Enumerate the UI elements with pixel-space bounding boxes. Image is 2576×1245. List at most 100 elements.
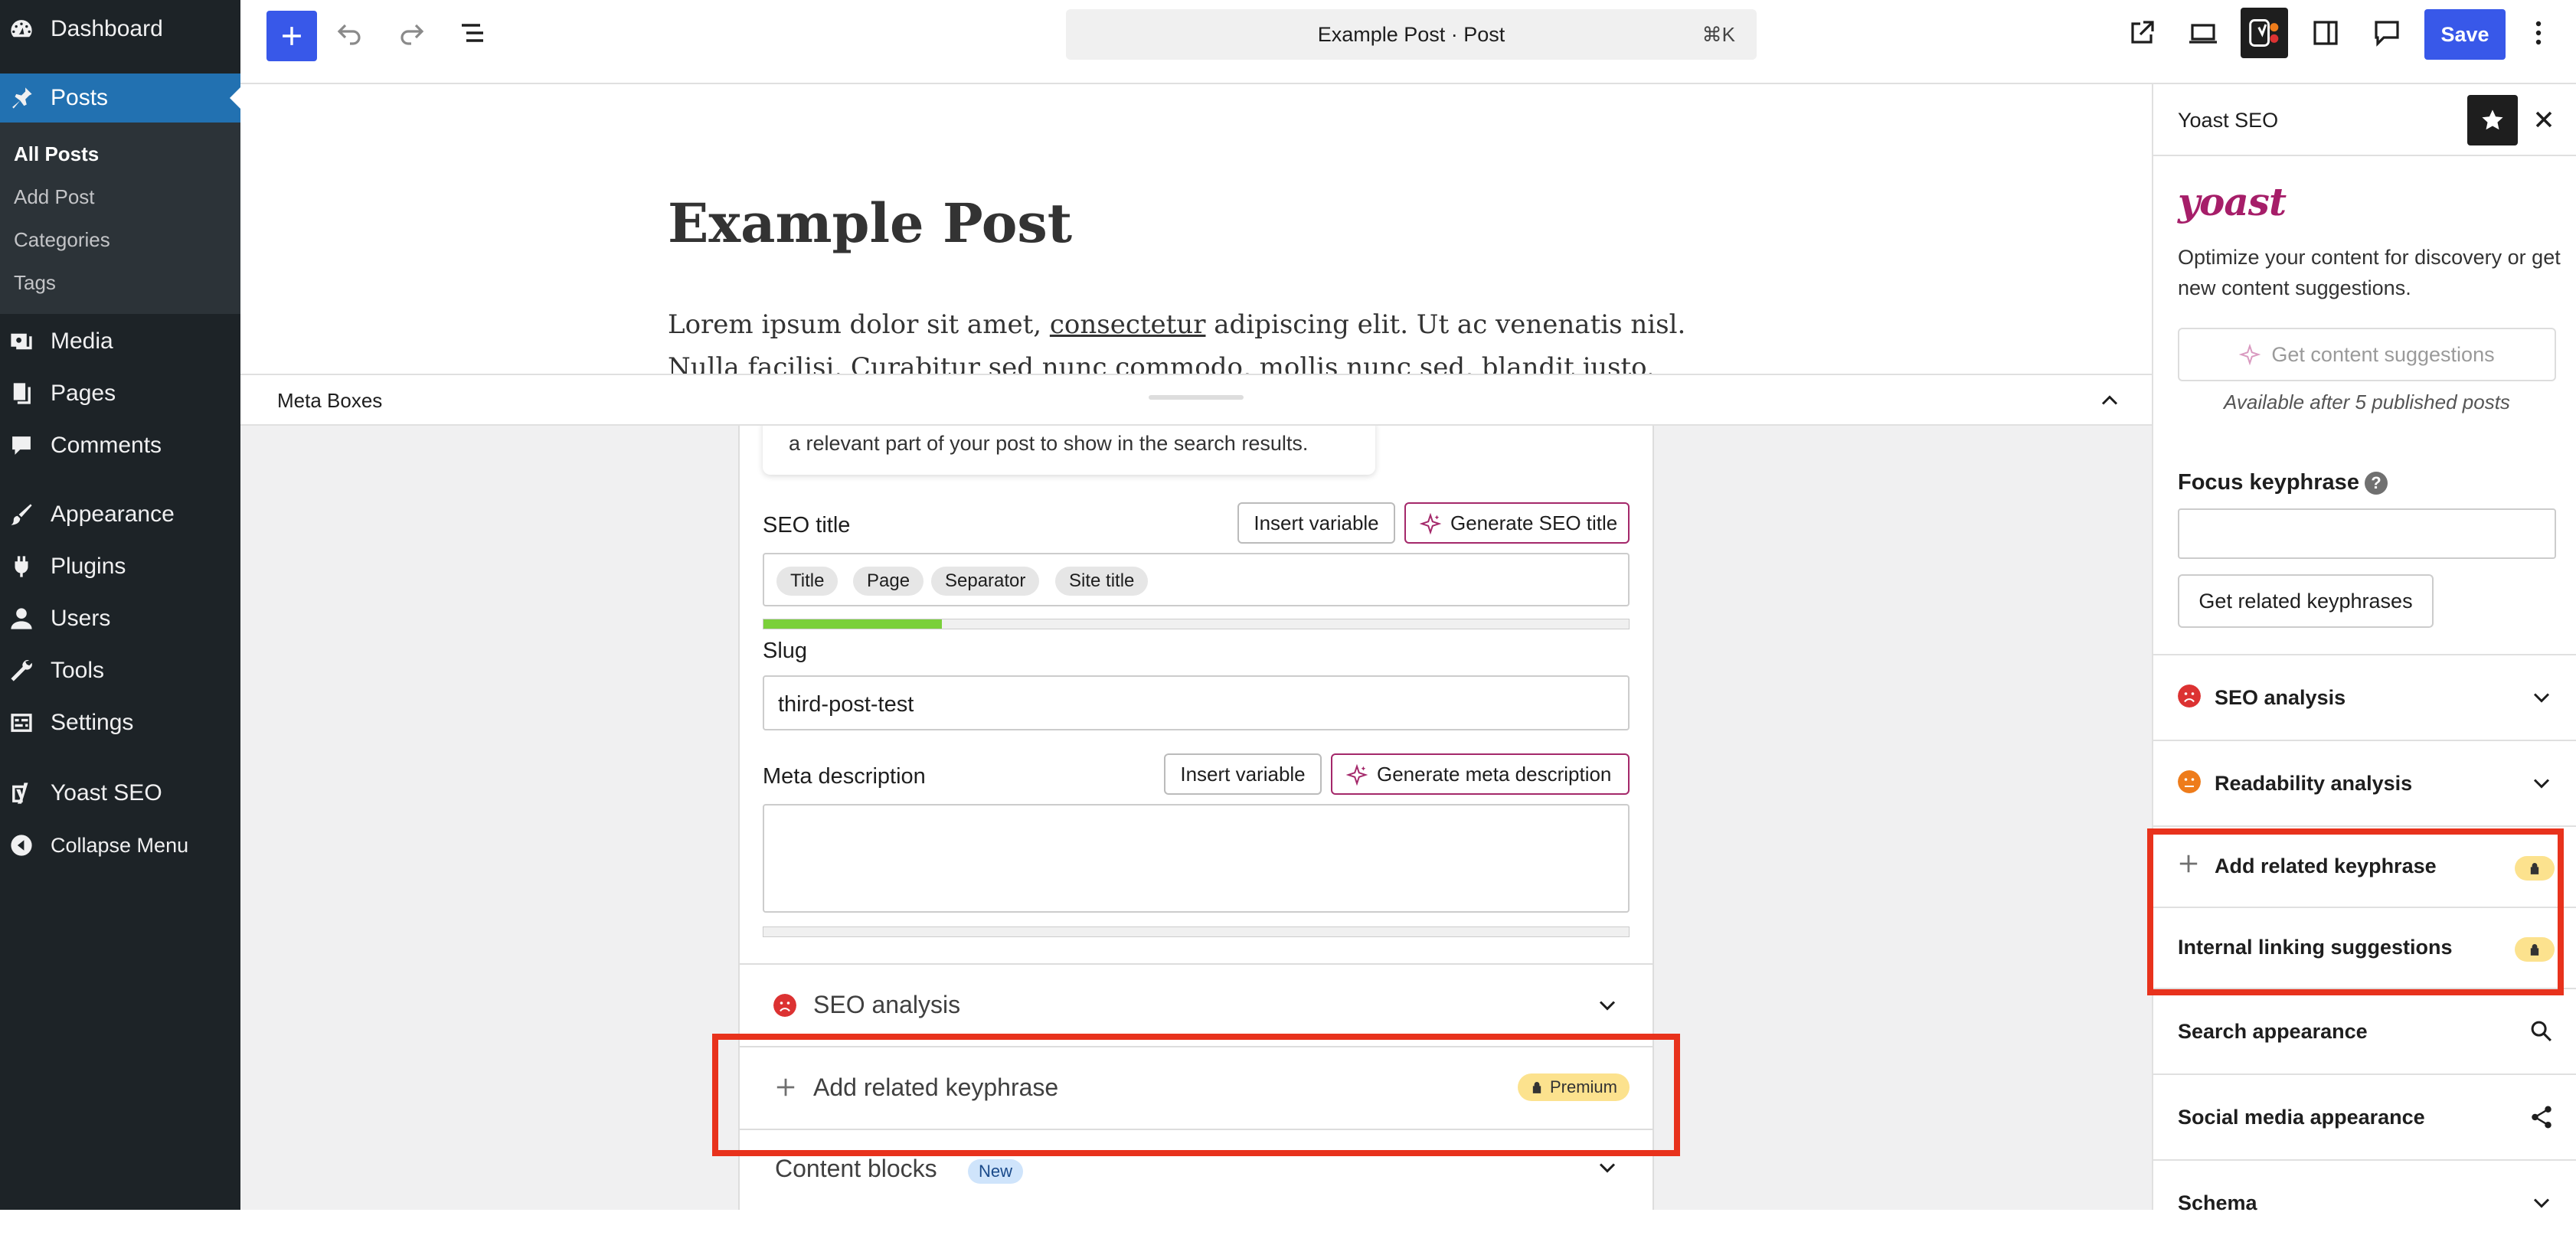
sidebar-schema[interactable]: Schema: [2153, 1159, 2576, 1245]
insert-variable-button-desc[interactable]: Insert variable: [1164, 753, 1322, 795]
seo-title-label: SEO title: [763, 513, 851, 538]
preview-button[interactable]: [2178, 8, 2228, 58]
get-related-keyphrases-button[interactable]: Get related keyphrases: [2178, 574, 2434, 628]
external-link-icon: [2131, 21, 2154, 44]
meta-description-input[interactable]: [763, 804, 1630, 913]
list-view-icon: [462, 24, 483, 42]
menu-yoast-label: Yoast SEO: [51, 780, 162, 805]
menu-users[interactable]: Users: [0, 594, 240, 643]
menu-dashboard-label: Dashboard: [51, 16, 163, 41]
seo-title-progress: [763, 619, 1630, 629]
yoast-logo: yoast: [2178, 179, 2287, 224]
collapse-icon: [8, 832, 35, 859]
submenu-all-posts[interactable]: All Posts: [14, 142, 99, 166]
get-content-suggestions-label: Get content suggestions: [2271, 342, 2495, 366]
variable-pill-page[interactable]: Page: [853, 567, 924, 596]
document-title-bar[interactable]: Example Post · Post ⌘K: [1066, 9, 1757, 60]
search-icon: [2531, 1021, 2551, 1041]
meta-description-label: Meta description: [763, 764, 926, 789]
generate-meta-description-label: Generate meta description: [1377, 762, 1612, 786]
tooltip-text: a relevant part of your post to show in …: [789, 432, 1309, 455]
menu-collapse[interactable]: Collapse Menu: [0, 821, 240, 870]
paragraph-link[interactable]: consectetur: [1050, 309, 1206, 340]
chevron-down-icon: [2533, 693, 2550, 703]
menu-plugins-label: Plugins: [51, 554, 126, 579]
menu-media[interactable]: Media: [0, 317, 240, 366]
menu-settings-label: Settings: [51, 710, 134, 735]
help-icon[interactable]: ?: [2365, 472, 2388, 495]
sidebar-search-appearance[interactable]: Search appearance: [2153, 988, 2576, 1073]
post-paragraph[interactable]: Lorem ipsum dolor sit amet, consectetur …: [668, 303, 1724, 375]
plus-icon: [283, 27, 301, 45]
pin-favorite-button[interactable]: [2467, 95, 2518, 145]
insert-variable-button[interactable]: Insert variable: [1237, 502, 1395, 544]
options-button[interactable]: [2513, 8, 2564, 58]
content-blocks-label: Content blocks: [775, 1155, 937, 1182]
sparkle-icon: [2239, 344, 2261, 365]
variable-pill-site-title[interactable]: Site title: [1055, 567, 1149, 596]
submenu-add-post[interactable]: Add Post: [14, 185, 95, 209]
sidebar-schema-label: Schema: [2178, 1191, 2257, 1214]
save-button[interactable]: Save: [2424, 9, 2506, 60]
sidebar-seo-analysis[interactable]: SEO analysis: [2153, 654, 2576, 740]
view-post-button[interactable]: [2117, 8, 2167, 58]
sidebar-social-media-label: Social media appearance: [2178, 1106, 2425, 1129]
more-vertical-icon: [2535, 21, 2542, 45]
seo-title-input[interactable]: Title Page Separator Site title: [763, 553, 1630, 606]
dashboard-icon: [8, 15, 35, 43]
highlight-box-sidebar: [2147, 828, 2564, 995]
close-icon[interactable]: [2530, 106, 2558, 133]
variable-pill-separator[interactable]: Separator: [931, 567, 1040, 596]
document-overview-button[interactable]: [447, 8, 498, 58]
yoast-icon: [8, 779, 35, 807]
submenu-tags[interactable]: Tags: [14, 271, 56, 295]
chevron-down-icon: [1599, 1001, 1616, 1011]
sidebar-readability-analysis[interactable]: Readability analysis: [2153, 740, 2576, 825]
focus-keyphrase-input[interactable]: [2178, 508, 2556, 559]
paintbrush-icon: [8, 501, 35, 528]
generate-meta-description-button[interactable]: Generate meta description: [1331, 753, 1630, 795]
yoast-sidebar-title: Yoast SEO: [2178, 109, 2279, 132]
menu-dashboard[interactable]: Dashboard: [0, 5, 240, 54]
sparkle-icon: [1346, 764, 1368, 786]
yoast-description: Optimize your content for discovery or g…: [2178, 246, 2561, 299]
command-shortcut: ⌘K: [1702, 23, 1735, 46]
submenu-categories[interactable]: Categories: [14, 228, 110, 252]
chevron-up-icon[interactable]: [2098, 389, 2121, 412]
user-icon: [8, 605, 35, 632]
settings-sidebar-button[interactable]: [2300, 8, 2351, 58]
comments-button[interactable]: [2362, 8, 2412, 58]
menu-comments[interactable]: Comments: [0, 421, 240, 470]
menu-pages[interactable]: Pages: [0, 369, 240, 418]
meta-boxes-bar: Meta Boxes: [240, 374, 2152, 426]
variable-pill-title[interactable]: Title: [776, 567, 839, 596]
editor-toolbar: Example Post · Post ⌘K Save: [240, 0, 2576, 84]
chevron-down-icon: [1599, 1163, 1616, 1173]
menu-tools[interactable]: Tools: [0, 646, 240, 695]
redo-button[interactable]: [386, 8, 436, 58]
menu-settings[interactable]: Settings: [0, 698, 240, 747]
undo-button[interactable]: [325, 8, 375, 58]
sidebar-readability-label: Readability analysis: [2215, 772, 2413, 795]
add-block-button[interactable]: [266, 11, 317, 61]
sad-face-icon: [773, 994, 796, 1017]
menu-appearance[interactable]: Appearance: [0, 490, 240, 539]
seo-title-progress-fill: [763, 619, 942, 629]
share-icon: [2532, 1106, 2551, 1129]
get-content-suggestions-button[interactable]: Get content suggestions: [2178, 328, 2556, 381]
slug-label: Slug: [763, 639, 808, 663]
post-title[interactable]: Example Post: [668, 191, 1072, 255]
neutral-face-icon: [2178, 770, 2201, 793]
menu-posts[interactable]: Posts: [0, 74, 240, 123]
sidebar-social-media-appearance[interactable]: Social media appearance: [2153, 1073, 2576, 1159]
resize-handle[interactable]: [1149, 395, 1244, 400]
slug-input[interactable]: third-post-test: [763, 675, 1630, 730]
menu-yoast[interactable]: Yoast SEO: [0, 769, 240, 818]
yoast-sidebar-toggle[interactable]: [2241, 8, 2288, 58]
menu-appearance-label: Appearance: [51, 502, 175, 527]
generate-seo-title-button[interactable]: Generate SEO title: [1404, 502, 1630, 544]
menu-plugins[interactable]: Plugins: [0, 542, 240, 591]
redo-icon: [400, 24, 424, 45]
menu-collapse-label: Collapse Menu: [51, 833, 189, 857]
meta-boxes-label: Meta Boxes: [277, 389, 383, 412]
